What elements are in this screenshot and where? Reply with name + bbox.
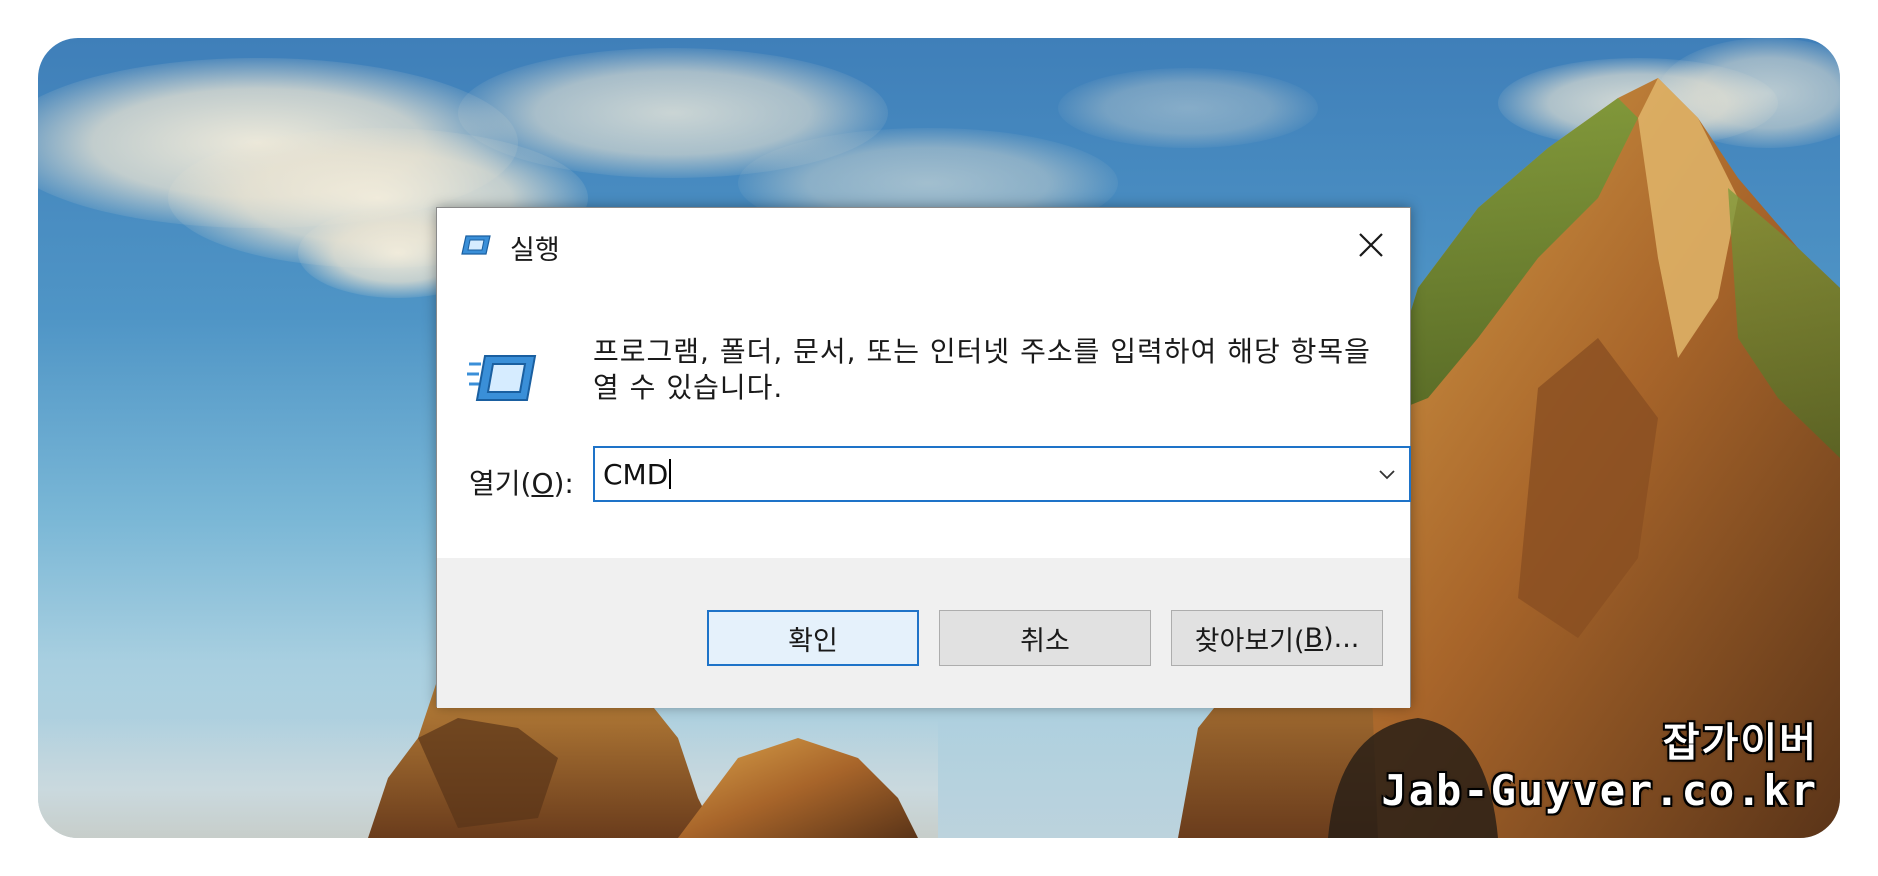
browse-button[interactable]: 찾아보기(B)...	[1171, 610, 1383, 666]
close-button[interactable]	[1350, 224, 1392, 266]
open-label: 열기(O):	[469, 467, 574, 500]
run-icon	[461, 235, 491, 255]
run-icon	[467, 355, 537, 401]
watermark-url: Jab-Guyver.co.kr	[1381, 766, 1818, 815]
dialog-body: 프로그램, 폴더, 문서, 또는 인터넷 주소를 입력하여 해당 항목을 열 수…	[437, 282, 1411, 558]
dialog-footer: 확인 취소 찾아보기(B)...	[437, 558, 1410, 708]
open-input[interactable]: CMD	[603, 458, 672, 491]
cancel-button[interactable]: 취소	[939, 610, 1151, 666]
chevron-down-icon[interactable]	[1375, 462, 1399, 486]
title-bar[interactable]: 실행	[437, 208, 1410, 282]
text-caret	[669, 459, 672, 489]
run-dialog: 실행 프로그램, 폴더, 문서, 또는 인터넷 주소를 입력하여 해당 항목을 …	[436, 207, 1411, 708]
ok-button[interactable]: 확인	[707, 610, 919, 666]
watermark: 잡가이버 Jab-Guyver.co.kr	[1381, 720, 1818, 816]
close-icon	[1359, 233, 1383, 257]
dialog-title: 실행	[510, 235, 560, 266]
dialog-description: 프로그램, 폴더, 문서, 또는 인터넷 주소를 입력하여 해당 항목을 열 수…	[593, 335, 1371, 404]
watermark-name: 잡가이버	[1662, 720, 1818, 766]
open-combobox[interactable]: CMD	[593, 446, 1411, 502]
